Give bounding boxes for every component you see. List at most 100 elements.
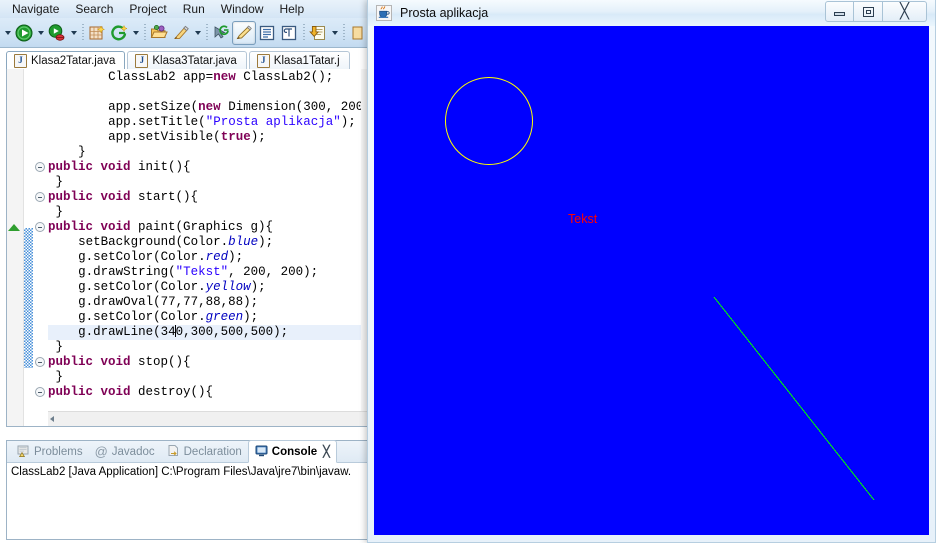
editor-tab-label: Klasa2Tatar.java <box>31 55 116 67</box>
editor-tab-klasa2tatar[interactable]: J Klasa2Tatar.java <box>6 51 126 70</box>
fold-collapse-icon[interactable] <box>35 387 45 397</box>
menu-help[interactable]: Help <box>271 1 312 17</box>
toolbar-separator <box>340 22 347 44</box>
menu-project[interactable]: Project <box>121 1 174 17</box>
applet-window[interactable]: Prosta aplikacja ╳ Tekst <box>367 0 936 543</box>
editor-tab-klasa1tatar[interactable]: J Klasa1Tatar.j <box>248 51 350 70</box>
applet-title-label: Prosta aplikacja <box>400 6 489 20</box>
code-text[interactable]: ClassLab2 app=new ClassLab2(); app.setSi… <box>48 69 367 426</box>
code-line: setBackground(Color.blue); <box>78 235 274 249</box>
console-launch-line: ClassLab2 [Java Application] C:\Program … <box>11 466 352 478</box>
block-selection-icon[interactable] <box>278 22 300 44</box>
tab-label: Console <box>271 445 318 458</box>
console-output[interactable]: ClassLab2 [Java Application] C:\Program … <box>7 463 367 539</box>
tab-javadoc[interactable]: @ Javadoc <box>89 441 161 462</box>
code-line: g.drawLine(340,300,500,500); <box>48 325 367 340</box>
problems-icon <box>17 444 30 460</box>
code-line: } <box>55 205 64 219</box>
editor-horizontal-scrollbar[interactable] <box>48 411 367 426</box>
code-line: public void start(){ <box>48 190 199 204</box>
tab-declaration[interactable]: Declaration <box>161 441 248 462</box>
toolbar-separator <box>79 22 86 44</box>
coverage-dropdown-arrow[interactable] <box>130 22 141 44</box>
new-java-class-icon[interactable] <box>86 22 108 44</box>
java-file-icon: J <box>14 54 27 68</box>
applet-title-bar[interactable]: Prosta aplikacja ╳ <box>368 0 935 26</box>
save-dropdown-arrow[interactable] <box>329 22 340 44</box>
save-all-icon[interactable] <box>307 22 329 44</box>
java-file-icon: J <box>135 54 149 68</box>
editor-tab-label: Klasa1Tatar.j <box>273 55 340 67</box>
fold-collapse-icon[interactable] <box>35 192 45 202</box>
editor-folding-bar[interactable] <box>8 69 47 426</box>
toolbar-separator <box>203 22 210 44</box>
code-line: g.drawString("Tekst", 200, 200); <box>78 265 319 279</box>
editor-tab-klasa3tatar[interactable]: J Klasa3Tatar.java <box>127 51 247 70</box>
code-line: public void init(){ <box>48 160 191 174</box>
open-resource-icon[interactable] <box>148 22 170 44</box>
javadoc-icon: @ <box>94 444 108 459</box>
tab-label: Problems <box>34 445 83 458</box>
menu-navigate[interactable]: Navigate <box>4 1 67 17</box>
debug-dropdown-arrow[interactable] <box>68 22 79 44</box>
run-dropdown-arrow[interactable] <box>35 22 46 44</box>
code-line: } <box>55 175 64 189</box>
editor-tab-label: Klasa3Tatar.java <box>152 55 237 67</box>
fold-collapse-icon[interactable] <box>35 357 45 367</box>
code-line: g.setColor(Color.red); <box>78 250 244 264</box>
editor-change-ruler <box>24 69 33 426</box>
toolbar-separator <box>141 22 148 44</box>
code-line: } <box>55 370 64 384</box>
bottom-view-panel: Problems @ Javadoc Declaration Console ╳… <box>6 440 368 540</box>
toolbar-separator <box>300 22 307 44</box>
maximize-button[interactable] <box>854 1 883 22</box>
code-line: } <box>78 145 86 159</box>
show-whitespace-icon[interactable] <box>256 22 278 44</box>
console-icon <box>255 444 268 460</box>
menu-run[interactable]: Run <box>175 1 213 17</box>
menu-window[interactable]: Window <box>213 1 272 17</box>
code-line: g.setColor(Color.green); <box>78 310 259 324</box>
next-annotation-icon[interactable] <box>210 22 232 44</box>
tab-problems[interactable]: Problems <box>11 441 89 462</box>
code-line: public void destroy(){ <box>48 385 214 399</box>
search-dropdown-arrow[interactable] <box>192 22 203 44</box>
window-controls: ╳ <box>825 1 927 22</box>
menu-search[interactable]: Search <box>67 1 121 17</box>
close-icon: ╳ <box>899 2 910 20</box>
editor-marker-bar[interactable] <box>7 69 24 426</box>
drawn-oval <box>445 77 533 165</box>
fold-collapse-icon[interactable] <box>35 162 45 172</box>
toolbar-overflow-arrow[interactable] <box>2 22 13 44</box>
code-line: ClassLab2 app=new ClassLab2(); <box>108 70 334 84</box>
minimize-button[interactable] <box>825 1 854 22</box>
search-icon[interactable] <box>170 22 192 44</box>
maximize-icon <box>862 6 874 17</box>
minimize-icon <box>834 11 845 16</box>
drawn-line <box>713 296 875 501</box>
change-marker <box>24 228 33 368</box>
close-icon[interactable]: ╳ <box>323 445 330 458</box>
tab-label: Declaration <box>183 445 242 458</box>
code-line: public void paint(Graphics g){ <box>48 220 274 234</box>
coverage-icon[interactable] <box>108 22 130 44</box>
applet-drawing-canvas[interactable]: Tekst <box>374 26 929 535</box>
tab-console[interactable]: Console ╳ <box>247 440 337 463</box>
code-line: app.setVisible(true); <box>108 130 266 144</box>
java-file-icon: J <box>256 54 270 68</box>
code-line: g.drawOval(77,77,88,88); <box>78 295 259 309</box>
close-button[interactable]: ╳ <box>883 1 927 22</box>
extra-toolbar-icon[interactable] <box>347 22 369 44</box>
run-icon[interactable] <box>13 22 35 44</box>
code-line: g.setColor(Color.yellow); <box>78 280 266 294</box>
declaration-icon <box>167 444 180 460</box>
source-editor[interactable]: ClassLab2 app=new ClassLab2(); app.setSi… <box>6 69 368 427</box>
toggle-mark-occurrences-icon[interactable] <box>232 20 256 45</box>
debug-icon[interactable] <box>46 22 68 44</box>
fold-collapse-icon[interactable] <box>35 222 45 232</box>
code-line: public void stop(){ <box>48 355 191 369</box>
bottom-view-tabs: Problems @ Javadoc Declaration Console ╳ <box>7 440 367 463</box>
drawn-text: Tekst <box>568 212 598 226</box>
tab-label: Javadoc <box>111 445 155 458</box>
